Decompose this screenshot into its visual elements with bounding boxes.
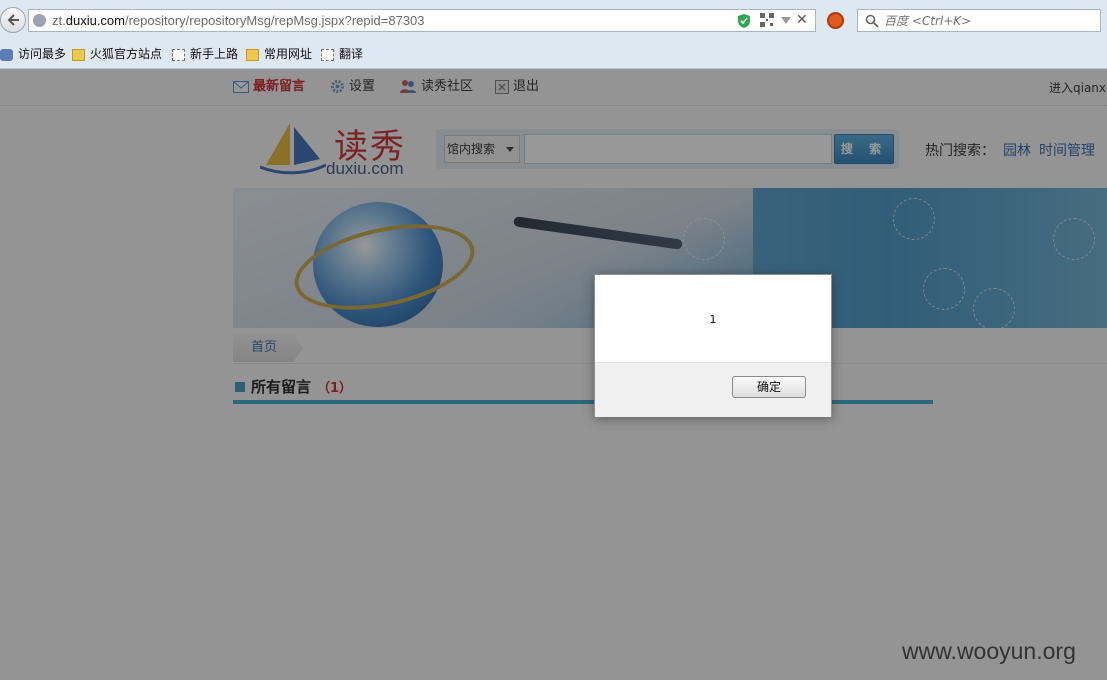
url-text: zt.duxiu.com/repository/repositoryMsg/re… — [52, 13, 425, 28]
browser-search-input[interactable] — [884, 12, 1094, 29]
search-icon — [865, 14, 879, 28]
back-arrow-icon — [7, 14, 19, 26]
noscript-icon[interactable] — [827, 12, 844, 29]
alert-message: 1 — [709, 313, 717, 326]
address-bar[interactable]: zt.duxiu.com/repository/repositoryMsg/re… — [28, 9, 816, 32]
browser-toolbar: zt.duxiu.com/repository/repositoryMsg/re… — [0, 0, 1107, 69]
bookmark-firefox-site[interactable]: 火狐官方站点 — [72, 44, 162, 64]
site-identity-icon — [33, 14, 46, 27]
stop-icon[interactable]: ✕ — [796, 12, 808, 28]
back-button[interactable] — [0, 7, 26, 33]
alert-dialog: 1 确定 — [594, 274, 832, 417]
folder-icon — [72, 48, 85, 61]
most-visited-icon — [0, 48, 13, 61]
page-icon — [172, 48, 185, 61]
ok-button[interactable]: 确定 — [732, 376, 806, 398]
bookmark-translate[interactable]: 翻译 — [321, 44, 363, 64]
modal-overlay — [0, 69, 1107, 680]
watermark: www.wooyun.org — [902, 638, 1076, 664]
chevron-down-icon[interactable] — [781, 17, 791, 24]
page-icon — [321, 48, 334, 61]
browser-search-box[interactable] — [857, 9, 1101, 32]
bookmark-common-sites[interactable]: 常用网址 — [246, 44, 312, 64]
folder-icon — [246, 48, 259, 61]
bookmark-most-visited[interactable]: 访问最多 — [0, 44, 66, 64]
qr-code-icon[interactable] — [760, 13, 774, 27]
bookmark-getting-started[interactable]: 新手上路 — [172, 44, 238, 64]
shield-icon[interactable] — [737, 13, 751, 29]
alert-footer: 确定 — [595, 362, 831, 417]
